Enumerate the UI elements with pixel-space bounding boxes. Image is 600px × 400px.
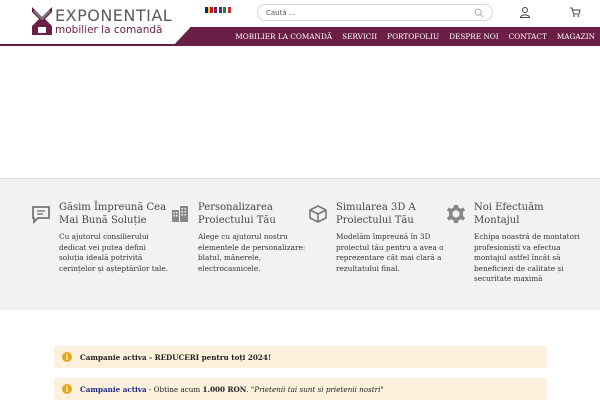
chat-icon [32, 206, 50, 224]
feature-title: Personalizarea Proiectului Tău [198, 202, 276, 226]
feature-text: Modelăm împreună în 3D proiectul tău pen… [336, 232, 444, 273]
brand-subtitle: mobilier la comandă [55, 24, 163, 36]
site-header: EXPONENTIAL mobilier la comandă MOBILIER… [0, 0, 600, 46]
cart-icon[interactable] [569, 6, 581, 18]
hero-area [0, 46, 600, 178]
search-box [257, 4, 493, 21]
menu-item-contact[interactable]: CONTACT [504, 32, 552, 41]
logo-mark-icon [32, 7, 52, 35]
main-menu: MOBILIER LA COMANDĂ SERVICII PORTOFOLIU … [230, 27, 600, 46]
brand-title: EXPONENTIAL [55, 6, 173, 25]
feature-title: Noi Efectuăm Montajul [474, 202, 544, 226]
notice-middle: - Obtine acum [146, 384, 203, 394]
flag-en-icon[interactable] [214, 7, 222, 13]
menu-item-servicii[interactable]: SERVICII [337, 32, 382, 41]
menu-item-magazin[interactable]: MAGAZIN [552, 32, 600, 41]
building-icon [172, 206, 188, 222]
notice-amount: 1.000 RON [202, 384, 247, 394]
feature-title: Simularea 3D A Proiectului Tău [336, 202, 416, 226]
feature-text: Cu ajutorul consilierului dedicat vei pu… [59, 232, 169, 273]
notice-text: Campanie activa - Obtine acum 1.000 RON.… [80, 385, 384, 394]
language-switcher [205, 7, 232, 13]
flag-it-icon[interactable] [223, 7, 232, 13]
feature-title: Găsim Împreună Cea Mai Bună Soluție [59, 202, 167, 226]
menu-item-portofoliu[interactable]: PORTOFOLIU [382, 32, 444, 41]
cube-icon [309, 205, 327, 223]
menu-item-mobilier[interactable]: MOBILIER LA COMANDĂ [230, 32, 337, 41]
user-icon[interactable] [519, 6, 531, 18]
logo[interactable]: EXPONENTIAL mobilier la comandă [0, 0, 190, 44]
features-section: Găsim Împreună Cea Mai Bună Soluție Cu a… [0, 178, 600, 310]
notice-quote: "Prietenii tai sunt si prietenii nostri" [250, 384, 384, 394]
feature-text: Alege cu ajutorul nostru elementele de p… [198, 232, 306, 273]
campaign-notice: Campanie activa - REDUCERI pentru toți 2… [54, 346, 547, 368]
info-icon [62, 352, 72, 362]
search-icon[interactable] [474, 8, 484, 18]
gear-icon [447, 205, 465, 223]
search-input[interactable] [266, 7, 466, 19]
campaign-notice-referral: Campanie activa - Obtine acum 1.000 RON.… [54, 378, 547, 400]
menu-item-despre-noi[interactable]: DESPRE NOI [444, 32, 503, 41]
info-icon [62, 384, 72, 394]
notice-label: Campanie activa [80, 384, 147, 394]
flag-ro-icon[interactable] [205, 7, 214, 13]
notice-text: Campanie activa - REDUCERI pentru toți 2… [80, 352, 272, 362]
feature-text: Echipa noastră de montatori profesionișt… [474, 232, 580, 283]
